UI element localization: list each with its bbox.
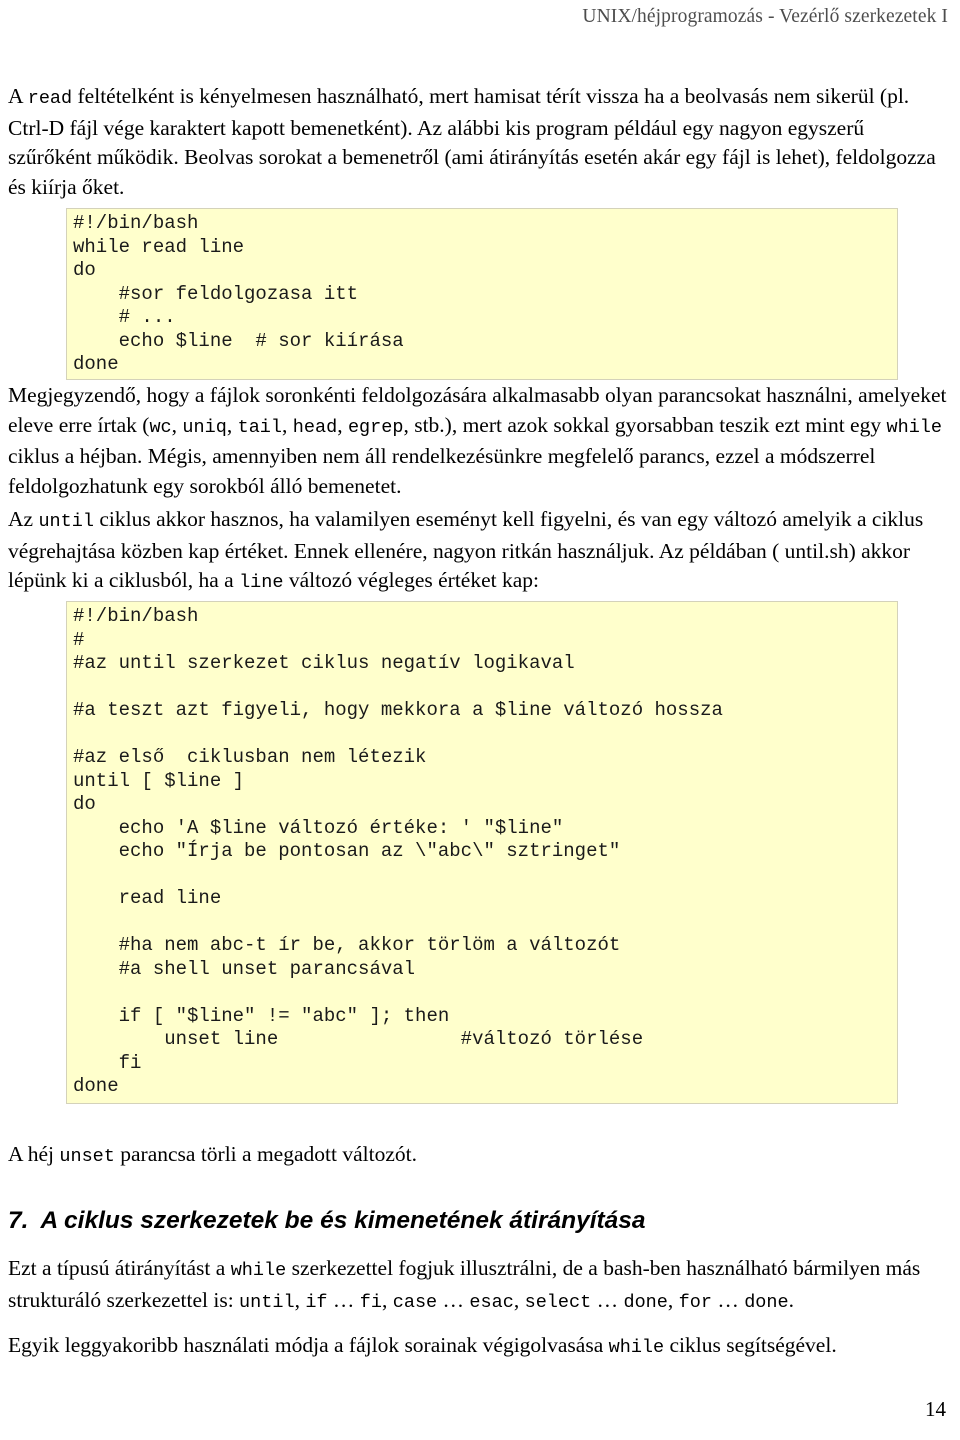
inline-code-done-2: done (744, 1291, 789, 1313)
until-intro-paragraph: Az until ciklus akkor hasznos, ha valami… (8, 505, 952, 598)
page-number: 14 (925, 1397, 946, 1421)
after-code1-block: Megjegyzendő, hogy a fájlok soronkénti f… (8, 381, 952, 501)
until-text-3: változó végleges értéket kap: (283, 568, 540, 592)
section-number: 7. (8, 1207, 29, 1234)
inline-code-tail: tail (237, 416, 283, 438)
inline-code-esac: esac (469, 1291, 514, 1313)
until-intro-block: Az until ciklus akkor hasznos, ha valami… (8, 505, 952, 598)
unset-note-paragraph: A héj unset parancsa törli a megadott vá… (8, 1140, 952, 1172)
section-title: A ciklus szerkezetek be és kimenetének á… (40, 1207, 646, 1234)
after-code1-paragraph: Megjegyzendő, hogy a fájlok soronkénti f… (8, 381, 952, 501)
tail2-text-1: Egyik leggyakoribb használati módja a fá… (8, 1333, 609, 1357)
inline-code-if: if (305, 1291, 328, 1313)
inline-code-while-1: while (886, 416, 942, 438)
inline-code-done-1: done (623, 1291, 668, 1313)
code-block-while-read: #!/bin/bash while read line do #sor feld… (66, 208, 898, 380)
inline-code-until-2: until (239, 1291, 295, 1313)
inline-code-read: read (27, 88, 73, 109)
inline-code-fi: fi (359, 1291, 382, 1313)
running-header: UNIX/héjprogramozás - Vezérlő szerkezete… (582, 6, 948, 27)
after1-sep-2: , (226, 412, 238, 437)
inline-code-egrep: egrep (347, 416, 404, 438)
tail-paragraph-2: Egyik leggyakoribb használati módja a fá… (8, 1331, 952, 1363)
inline-code-select: select (524, 1291, 592, 1313)
after1-sep-3: , (282, 412, 293, 437)
tail1-sep-2: … (327, 1287, 360, 1312)
page-title: 7. A ciklus szerkezetek be és kimenetének… (8, 1206, 952, 1236)
inline-code-for: for (678, 1291, 712, 1313)
after1-sep-1: , (171, 412, 183, 437)
unset-text-2: parancsa törli a megadott változót. (114, 1142, 417, 1166)
tail1-text-1: Ezt a típusú átirányítást a (8, 1256, 231, 1280)
tail1-sep-1: , (294, 1287, 306, 1312)
inline-code-while-2: while (230, 1260, 287, 1281)
tail1-sep-6: … (591, 1287, 624, 1312)
inline-code-case: case (392, 1291, 438, 1313)
tail1-sep-9: . (788, 1287, 794, 1312)
unset-text-1: A héj (8, 1142, 60, 1166)
tail1-sep-3: , (382, 1287, 393, 1312)
unset-note-block: A héj unset parancsa törli a megadott vá… (8, 1140, 952, 1172)
tail-paragraph-1: Ezt a típusú átirányítást a while szerke… (8, 1254, 952, 1317)
inline-code-while-3: while (608, 1337, 665, 1358)
intro-paragraph-block: A read feltételként is kényelmesen haszn… (8, 82, 952, 202)
until-text-1: Az (8, 507, 39, 531)
tail1-sep-7: , (667, 1287, 679, 1312)
after1-text-2: ciklus a héjban. Mégis, amennyiben nem á… (8, 444, 876, 498)
inline-code-wc: wc (149, 416, 172, 438)
intro-text-2: feltételként is kényelmesen használható,… (8, 84, 936, 199)
intro-text-1: A (8, 84, 28, 108)
document-page: UNIX/héjprogramozás - Vezérlő szerkezete… (0, 0, 960, 1440)
inline-code-line: line (239, 572, 284, 593)
inline-code-unset: unset (59, 1146, 115, 1167)
after1-sep-5: , stb.), mert azok sokkal gyorsabban tes… (403, 412, 887, 437)
section-heading-block: 7. A ciklus szerkezetek be és kimenetének… (8, 1206, 952, 1236)
inline-code-until-1: until (38, 511, 94, 532)
tail1-sep-5: , (513, 1287, 525, 1312)
code-block-until-loop: #!/bin/bash # #az until szerkezet ciklus… (66, 601, 898, 1104)
tail1-sep-8: … (711, 1287, 745, 1312)
after1-sep-4: , (337, 412, 348, 437)
inline-code-head: head (292, 416, 338, 438)
inline-code-uniq: uniq (182, 416, 227, 438)
intro-paragraph: A read feltételként is kényelmesen haszn… (8, 82, 952, 202)
tail2-text-2: ciklus segítségével. (664, 1333, 837, 1357)
tail-paragraphs-block: Ezt a típusú átirányítást a while szerke… (8, 1254, 952, 1363)
tail1-sep-4: … (437, 1287, 470, 1312)
